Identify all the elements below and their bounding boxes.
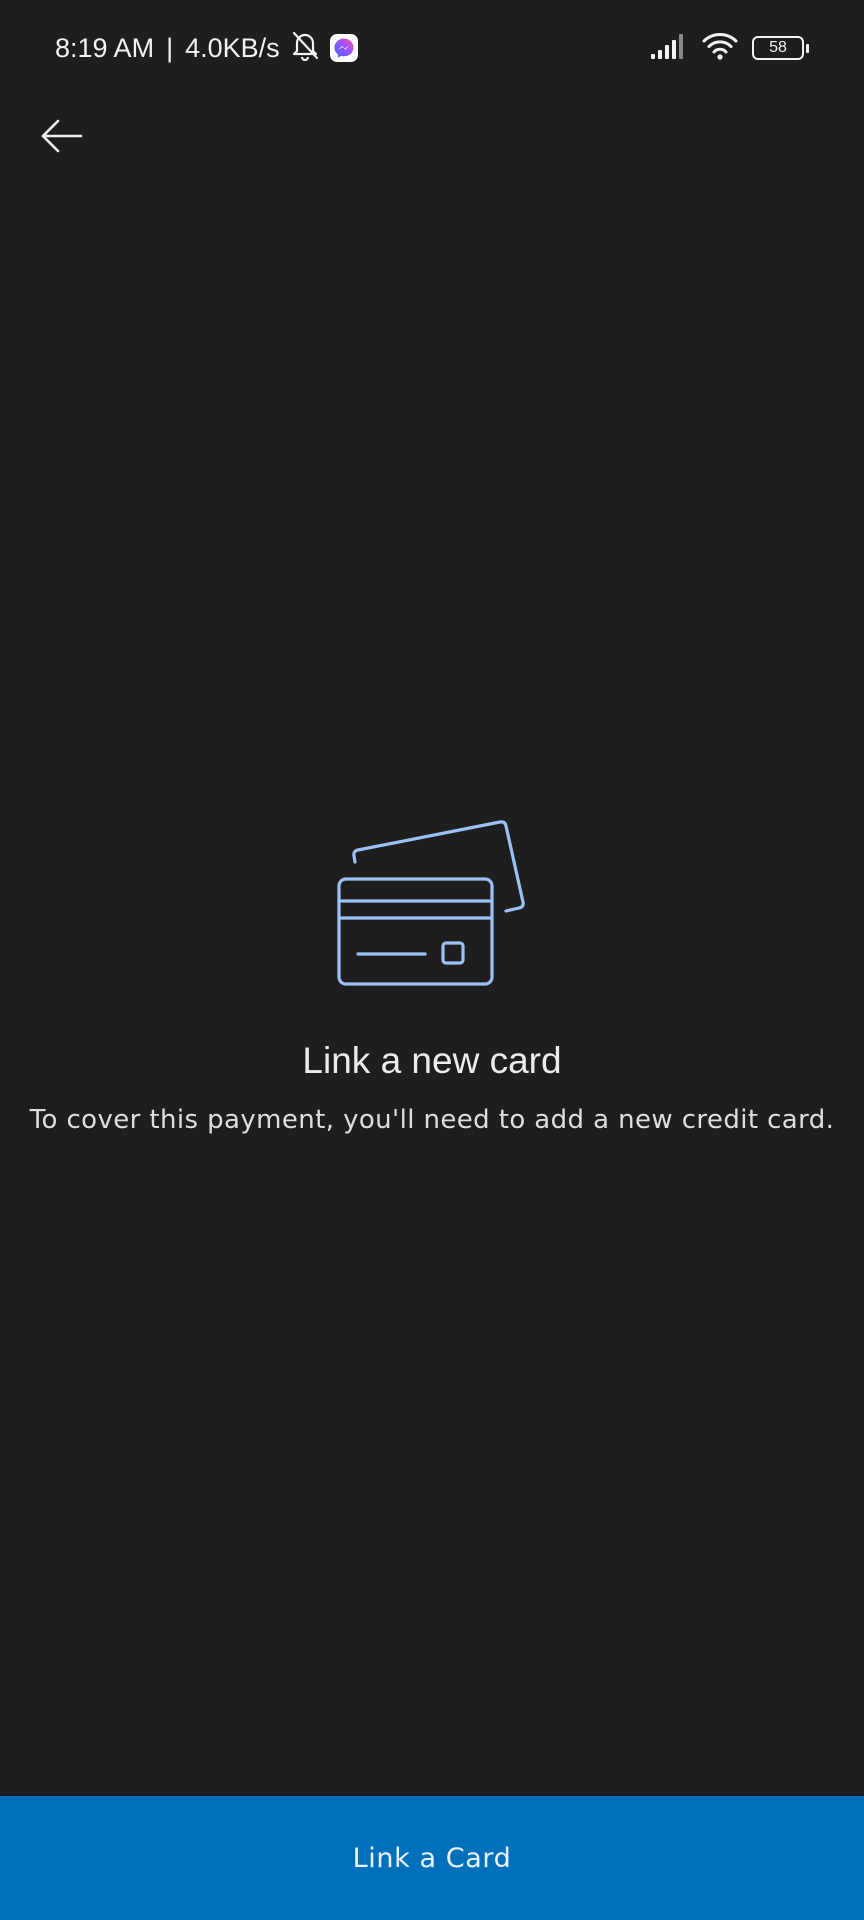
battery-level: 58 xyxy=(769,39,787,56)
wifi-icon xyxy=(702,32,738,65)
status-time: 8:19 AM xyxy=(55,32,155,63)
bell-muted-icon xyxy=(290,29,320,68)
screen: 8:19 AM | 4.0KB/s 58 Link a new card To … xyxy=(0,0,864,1920)
messenger-icon xyxy=(329,34,358,62)
status-left: 8:19 AM | 4.0KB/s xyxy=(55,30,358,66)
page-title: Link a new card xyxy=(302,1040,562,1081)
signal-icon xyxy=(650,32,688,65)
status-separator: | xyxy=(166,32,174,63)
network-speed: 4.0KB/s xyxy=(185,32,280,63)
back-button[interactable] xyxy=(30,104,94,168)
page-description: To cover this payment, you'll need to ad… xyxy=(29,1105,835,1135)
credit-cards-icon xyxy=(330,815,535,990)
status-right: 58 xyxy=(650,30,809,66)
link-card-button[interactable]: Link a Card xyxy=(0,1796,864,1920)
back-arrow-icon xyxy=(41,119,83,153)
battery-icon: 58 xyxy=(752,36,809,60)
status-bar: 8:19 AM | 4.0KB/s 58 xyxy=(0,0,864,96)
